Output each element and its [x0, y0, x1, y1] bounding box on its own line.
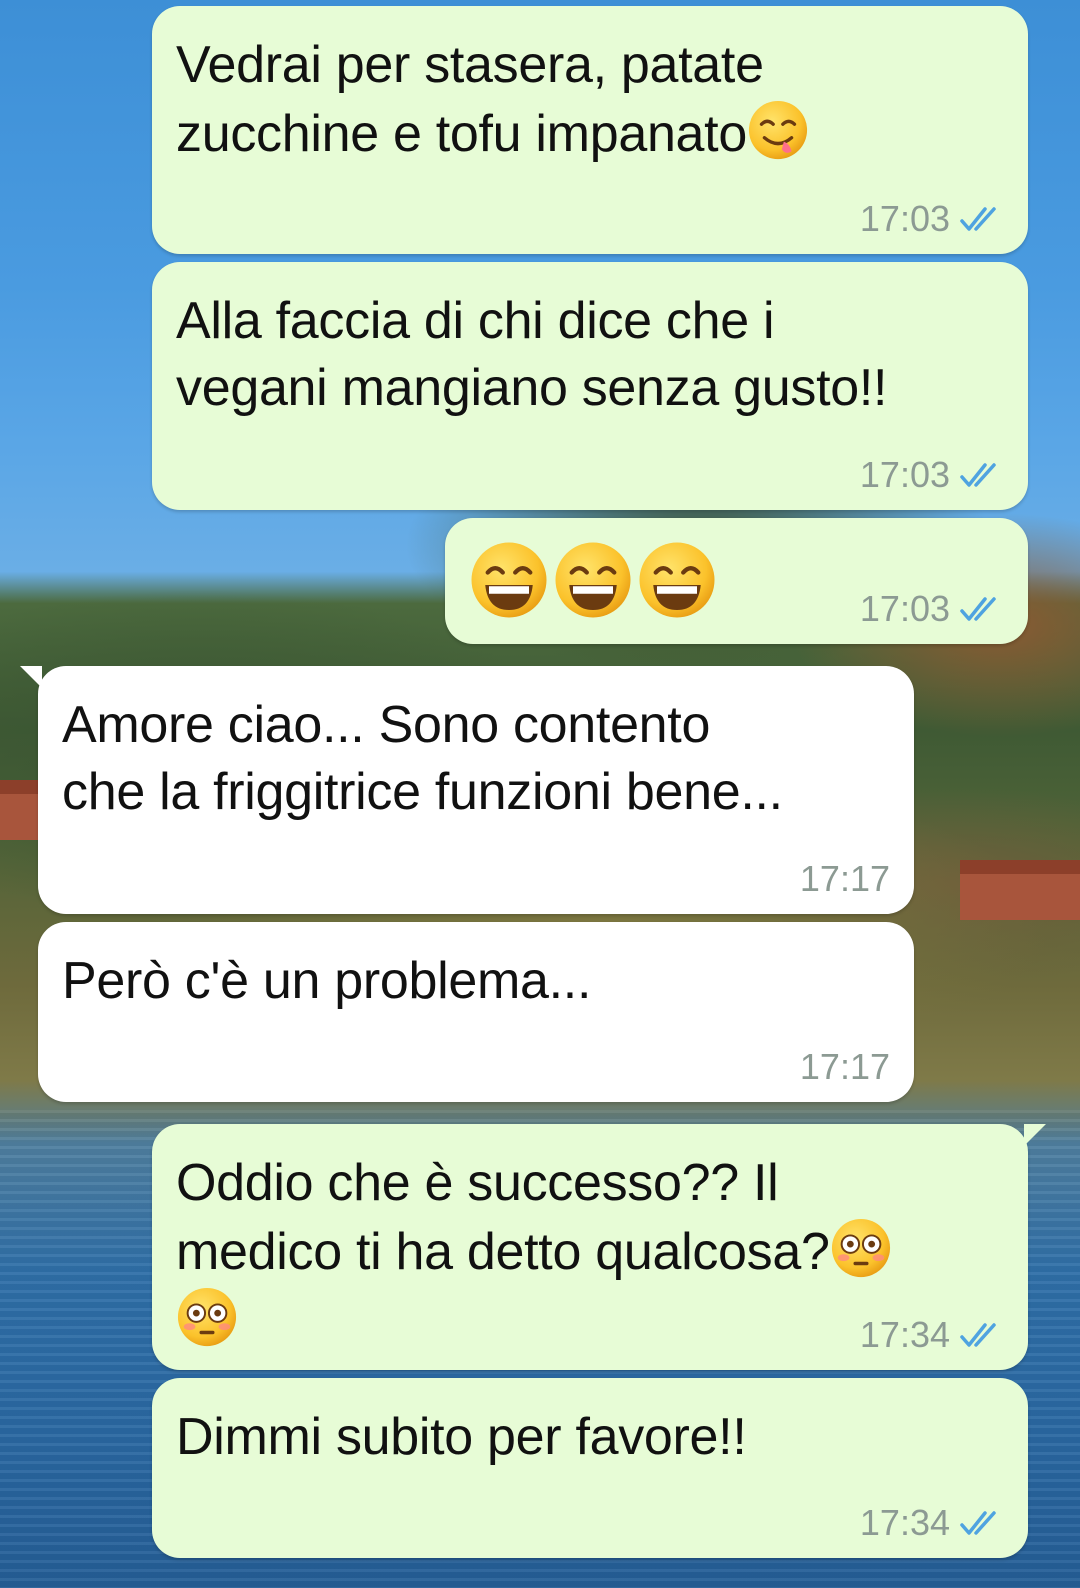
- message-line: zucchine e tofu impanato: [176, 105, 747, 163]
- message-line: Alla faccia di chi dice che i: [176, 292, 775, 350]
- message-meta: 17:17: [800, 1046, 890, 1088]
- message-meta: 17:17: [800, 858, 890, 900]
- message-meta: 17:34: [860, 1502, 1004, 1544]
- message-time: 17:34: [859, 1502, 950, 1543]
- message-time: 17:03: [859, 454, 950, 495]
- chat-bubble-outgoing[interactable]: Oddio che è successo?? Il medico ti ha d…: [152, 1124, 1046, 1370]
- bubble-tail: [20, 666, 42, 688]
- chat-bubble-outgoing[interactable]: Vedrai per stasera, patate zucchine e to…: [152, 6, 1028, 254]
- flushed-face-emoji-icon: [177, 1287, 237, 1347]
- bubble-tail: [1024, 1124, 1046, 1146]
- message-line: Però c'è un problema...: [62, 952, 592, 1010]
- message-line: vegani mangiano senza gusto!!: [176, 359, 888, 417]
- message-text: Vedrai per stasera, patate zucchine e to…: [176, 32, 1004, 168]
- message-meta: 17:03: [860, 588, 1004, 630]
- chat-bubble-outgoing[interactable]: 17:03: [445, 518, 1028, 644]
- double-check-read-icon: [960, 463, 996, 487]
- message-line: medico ti ha detto qualcosa?: [176, 1223, 830, 1281]
- message-line: Oddio che è successo?? Il: [176, 1154, 779, 1212]
- chat-bubble-outgoing[interactable]: Alla faccia di chi dice che i vegani man…: [152, 262, 1028, 510]
- message-line: Dimmi subito per favore!!: [176, 1408, 747, 1466]
- double-check-read-icon: [960, 207, 996, 231]
- message-meta: 17:34: [860, 1314, 1004, 1356]
- message-time: 17:34: [859, 1314, 950, 1355]
- background-house: [960, 860, 1080, 920]
- message-meta: 17:03: [860, 198, 1004, 240]
- flushed-face-emoji-icon: [831, 1218, 890, 1278]
- grinning-face-emoji-icon: [471, 542, 547, 618]
- message-text: Amore ciao... Sono contento che la frigg…: [62, 692, 890, 826]
- message-time: 17:17: [799, 1046, 890, 1087]
- message-line: Amore ciao... Sono contento: [62, 696, 711, 754]
- message-meta: 17:03: [860, 454, 1004, 496]
- chat-bubble-incoming[interactable]: Amore ciao... Sono contento che la frigg…: [20, 666, 914, 914]
- message-text: Però c'è un problema...: [62, 948, 890, 1015]
- message-time: 17:03: [859, 198, 950, 239]
- double-check-read-icon: [960, 1511, 996, 1535]
- double-check-read-icon: [960, 1323, 996, 1347]
- message-text: Dimmi subito per favore!!: [176, 1404, 1004, 1471]
- chat-bubble-outgoing[interactable]: Dimmi subito per favore!! 17:34: [152, 1378, 1028, 1558]
- message-text: Alla faccia di chi dice che i vegani man…: [176, 288, 1004, 422]
- message-time: 17:03: [859, 588, 950, 629]
- savoring-food-emoji-icon: [748, 100, 808, 160]
- double-check-read-icon: [960, 597, 996, 621]
- message-line: che la friggitrice funzioni bene...: [62, 763, 783, 821]
- chat-bubble-incoming[interactable]: Però c'è un problema... 17:17: [38, 922, 914, 1102]
- message-line: Vedrai per stasera, patate: [176, 36, 764, 94]
- grinning-face-emoji-icon: [639, 542, 715, 618]
- message-time: 17:17: [799, 858, 890, 899]
- grinning-face-emoji-icon: [555, 542, 631, 618]
